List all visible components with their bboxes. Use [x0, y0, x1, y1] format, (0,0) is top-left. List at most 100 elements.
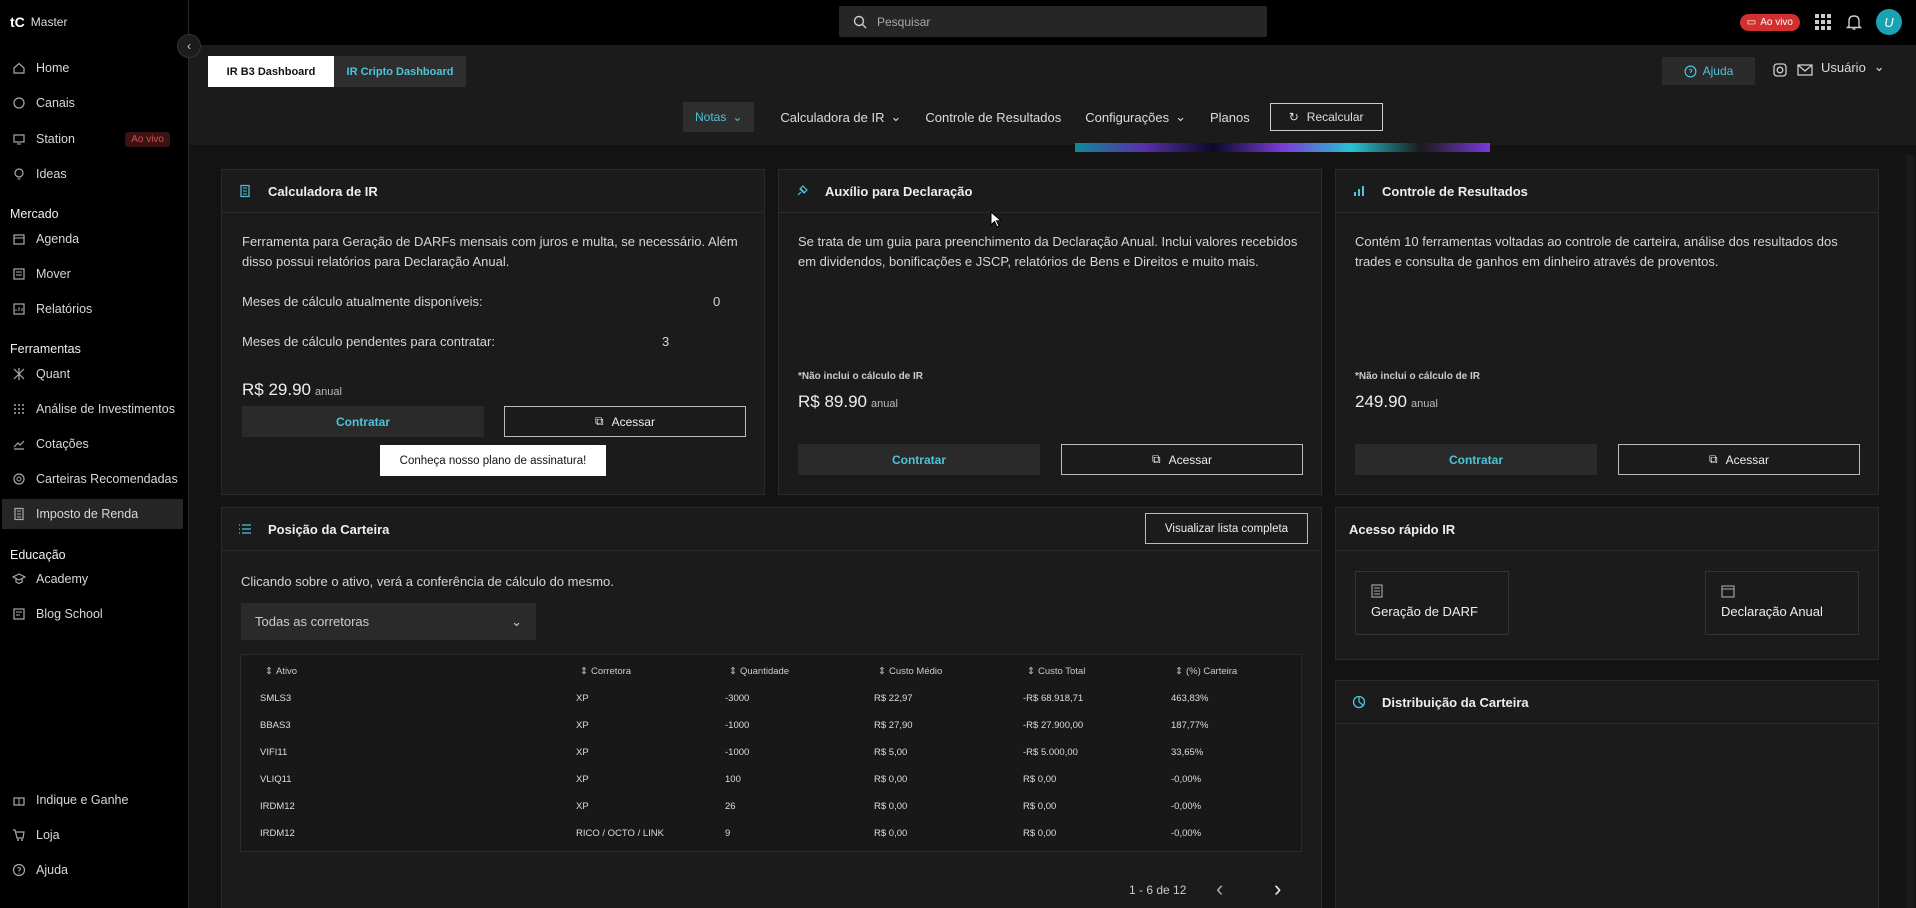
- tab-ir-cripto[interactable]: IR Cripto Dashboard: [334, 56, 466, 87]
- cell-corretora: RICO / OCTO / LINK: [576, 828, 664, 839]
- contratar-button[interactable]: Contratar: [798, 444, 1040, 475]
- sidebar-item-ideas[interactable]: Ideas: [10, 159, 182, 189]
- pin-icon: [797, 185, 808, 196]
- price-value: R$ 89.90: [798, 392, 867, 411]
- menu-configuracoes[interactable]: Configurações ⌄: [1073, 102, 1198, 132]
- sidebar-item-home[interactable]: Home: [10, 53, 182, 83]
- column-header-custo-medio[interactable]: ⇕ Custo Médio: [878, 666, 942, 677]
- sidebar-item-station[interactable]: Station Ao vivo: [10, 124, 182, 154]
- contratar-button[interactable]: Contratar: [1355, 444, 1597, 475]
- apps-grid-icon[interactable]: [1814, 13, 1832, 31]
- acessar-button[interactable]: ⧉ Acessar: [1618, 444, 1860, 475]
- chevron-right-icon: ›: [1274, 876, 1282, 901]
- instagram-icon[interactable]: [1773, 63, 1787, 77]
- brand[interactable]: tC Master: [10, 14, 67, 30]
- column-header-quantidade[interactable]: ⇕ Quantidade: [729, 666, 789, 677]
- help-button[interactable]: Ajuda: [1662, 57, 1755, 85]
- column-header-custo-total[interactable]: ⇕ Custo Total: [1027, 666, 1085, 677]
- view-all-button[interactable]: Visualizar lista completa: [1145, 513, 1308, 544]
- card-description: Ferramenta para Geração de DARFs mensais…: [242, 234, 738, 269]
- geracao-darf-button[interactable]: Geração de DARF: [1355, 571, 1509, 635]
- gift-icon: [13, 797, 25, 806]
- acessar-button[interactable]: ⧉ Acessar: [504, 406, 746, 437]
- card-title: Auxílio para Declaração: [825, 183, 973, 199]
- tab-ir-b3[interactable]: IR B3 Dashboard: [208, 56, 334, 87]
- subheader: IR B3 Dashboard IR Cripto Dashboard Ajud…: [189, 45, 1916, 145]
- acessar-button[interactable]: ⧉ Acessar: [1061, 444, 1303, 475]
- hint-text: Clicando sobre o ativo, verá a conferênc…: [241, 574, 614, 589]
- social-icons: [1773, 63, 1813, 77]
- user-menu[interactable]: Usuário ⌄: [1821, 59, 1885, 75]
- sidebar-item-relatorios[interactable]: Relatórios: [10, 294, 182, 324]
- sidebar-item-label: Academy: [36, 572, 89, 586]
- cell-custo-medio: R$ 0,00: [874, 774, 908, 785]
- menu-calculadora[interactable]: Calculadora de IR ⌄: [768, 102, 913, 132]
- label-meses-pendentes: Meses de cálculo pendentes para contrata…: [242, 334, 495, 349]
- table-row[interactable]: VIFI11 XP -1000 R$ 5,00 -R$ 5.000,00 33,…: [241, 739, 1301, 766]
- sidebar-item-academy[interactable]: Academy: [10, 564, 182, 594]
- sidebar-item-loja[interactable]: Loja: [10, 820, 182, 850]
- refresh-icon: ↻: [1288, 110, 1299, 124]
- declaracao-anual-label: Declaração Anual: [1721, 604, 1823, 619]
- topbar-actions: ▭ Ao vivo U: [1739, 9, 1902, 35]
- promo-button[interactable]: Conheça nosso plano de assinatura!: [380, 445, 606, 476]
- chevron-down-icon: ⌄: [890, 109, 902, 124]
- cell-corretora: XP: [576, 801, 589, 812]
- mail-icon[interactable]: [1797, 63, 1813, 77]
- sidebar-item-cotacoes[interactable]: Cotações: [10, 429, 182, 459]
- calendar-icon: [1721, 585, 1735, 598]
- acessar-label: Acessar: [1725, 452, 1769, 467]
- table-row[interactable]: IRDM12 RICO / OCTO / LINK 9 R$ 0,00 R$ 0…: [241, 820, 1301, 847]
- search-input[interactable]: Pesquisar: [839, 6, 1267, 37]
- card-calculadora: Calculadora de IR Ferramenta para Geraçã…: [221, 169, 765, 495]
- card-title: Controle de Resultados: [1382, 183, 1528, 199]
- blog-icon: [13, 608, 25, 620]
- card-header: Distribuição da Carteira: [1336, 681, 1878, 724]
- cell-quantidade: 100: [725, 774, 741, 785]
- label-meses-disponiveis: Meses de cálculo atualmente disponíveis:: [242, 294, 483, 309]
- sidebar-item-agenda[interactable]: Agenda: [10, 224, 182, 254]
- cell-ativo: SMLS3: [260, 693, 292, 704]
- menu-notas[interactable]: Notas ⌄: [683, 102, 755, 132]
- sidebar-item-indique[interactable]: Indique e Ganhe: [10, 785, 182, 815]
- sidebar-item-carteiras[interactable]: Carteiras Recomendadas: [10, 464, 182, 494]
- table-row[interactable]: SMLS3 XP -3000 R$ 22,97 -R$ 68.918,71 46…: [241, 685, 1301, 712]
- sidebar-item-mover[interactable]: Mover: [10, 259, 182, 289]
- table-row[interactable]: BBAS3 XP -1000 R$ 27,90 -R$ 27.900,00 18…: [241, 712, 1301, 739]
- table-row[interactable]: IRDM12 XP 26 R$ 0,00 R$ 0,00 -0,00%: [241, 793, 1301, 820]
- sidebar-item-imposto-de-renda[interactable]: Imposto de Renda: [2, 499, 183, 529]
- quant-icon: [13, 368, 25, 380]
- note: *Não inclui o cálculo de IR: [1355, 371, 1481, 382]
- help-label: Ajuda: [1702, 64, 1734, 78]
- cell-ativo: VIFI11: [260, 747, 288, 758]
- card-title: Acesso rápido IR: [1349, 521, 1456, 537]
- avatar[interactable]: U: [1876, 9, 1902, 35]
- calculator-icon: [240, 184, 250, 198]
- column-header-ativo[interactable]: ⇕ Ativo: [265, 666, 297, 677]
- live-button[interactable]: ▭ Ao vivo: [1739, 13, 1800, 31]
- corretora-select[interactable]: Todas as corretoras ⌄: [241, 603, 536, 640]
- sidebar-item-ajuda[interactable]: Ajuda: [10, 855, 182, 885]
- sidebar-item-blog-school[interactable]: Blog School: [10, 599, 182, 629]
- sidebar-item-quant[interactable]: Quant: [10, 359, 182, 389]
- sidebar-item-label: Loja: [36, 828, 60, 842]
- recalcular-button[interactable]: ↻ Recalcular: [1269, 103, 1383, 131]
- menu-planos[interactable]: Planos: [1198, 102, 1262, 132]
- column-header-carteira[interactable]: ⇕ (%) Carteira: [1175, 666, 1237, 677]
- sidebar-item-canais[interactable]: Canais: [10, 88, 182, 118]
- menu-controle[interactable]: Controle de Resultados: [913, 102, 1073, 132]
- column-header-corretora[interactable]: ⇕ Corretora: [580, 666, 631, 677]
- bell-icon[interactable]: [1846, 13, 1862, 31]
- sidebar-item-analise[interactable]: Análise de Investimentos: [10, 394, 182, 424]
- prev-page-button[interactable]: ‹: [1216, 876, 1223, 902]
- contratar-button[interactable]: Contratar: [242, 406, 484, 437]
- card-description: Contém 10 ferramentas voltadas ao contro…: [1355, 234, 1838, 269]
- corretora-select-value: Todas as corretoras: [255, 614, 370, 629]
- collapse-sidebar-button[interactable]: ‹: [177, 34, 201, 58]
- table-row[interactable]: VLIQ11 XP 100 R$ 0,00 R$ 0,00 -0,00%: [241, 766, 1301, 793]
- declaracao-anual-button[interactable]: Declaração Anual: [1705, 571, 1859, 635]
- sort-icon: ⇕: [1175, 666, 1183, 677]
- help-icon: [12, 863, 26, 877]
- scrollbar[interactable]: [1906, 155, 1914, 908]
- next-page-button[interactable]: ›: [1274, 876, 1281, 902]
